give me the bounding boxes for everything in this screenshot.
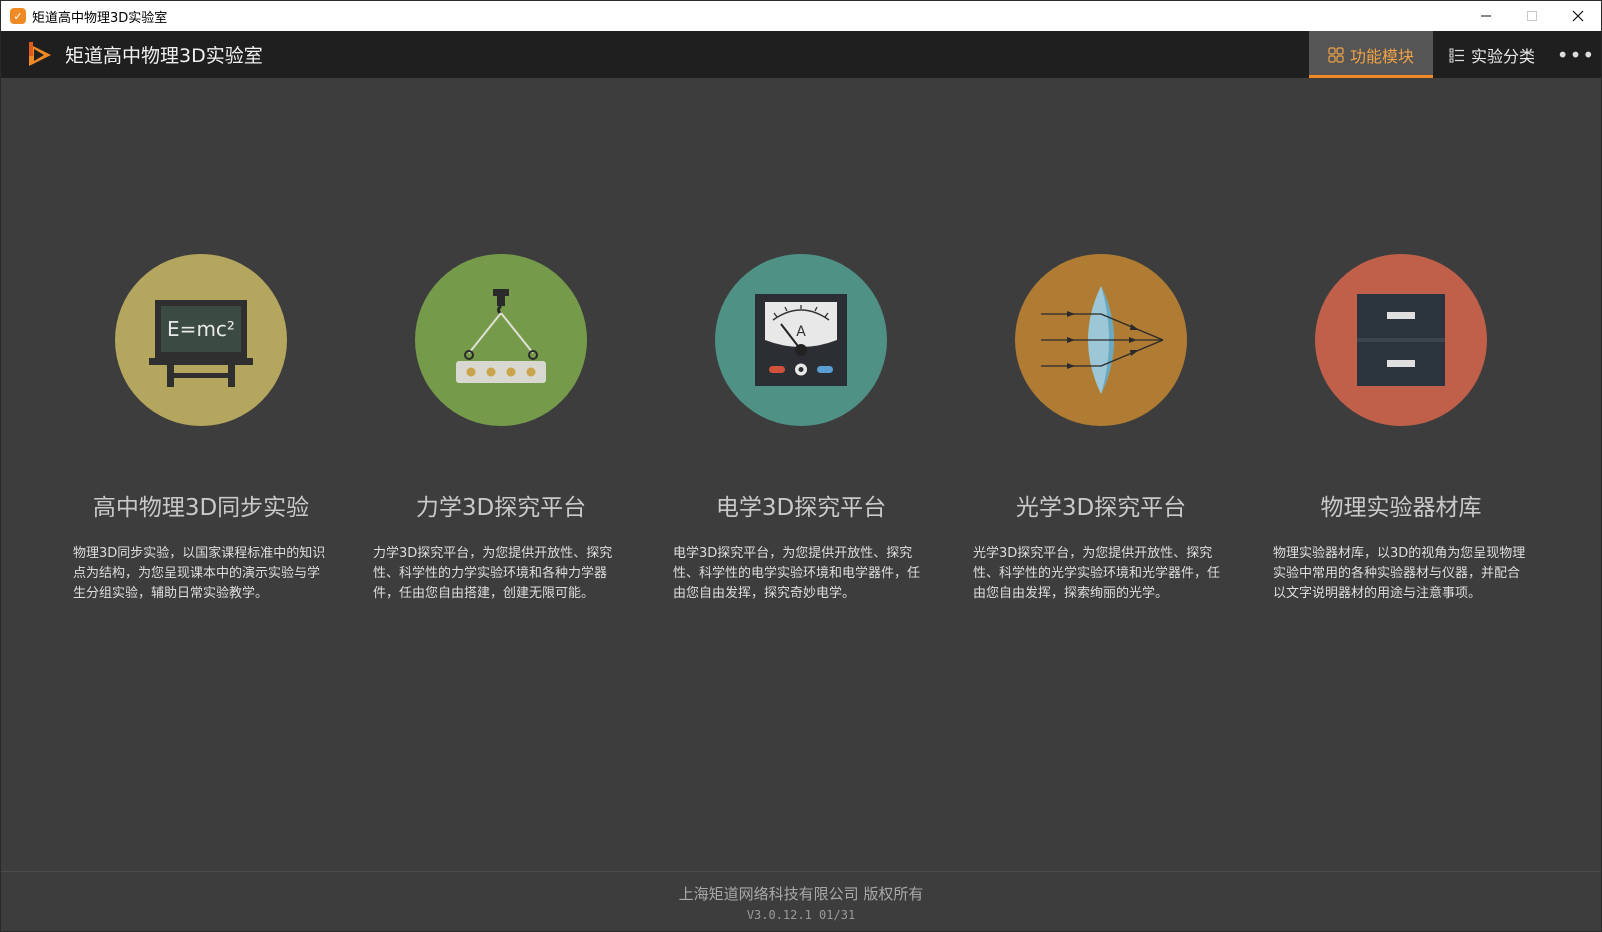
grid-icon <box>1328 46 1344 63</box>
module-title: 高中物理3D同步实验 <box>92 495 310 521</box>
maximize-icon <box>1527 11 1537 21</box>
more-button[interactable]: ••• <box>1551 31 1601 78</box>
version-text: V3.0.12.1 01/31 <box>746 908 856 922</box>
tab-function-modules[interactable]: 功能模块 <box>1308 31 1433 78</box>
module-card-equipment-library[interactable]: 物理实验器材库 物理实验器材库，以3D的视角为您呈现物理实验中常用的各种实验器材… <box>1251 254 1551 604</box>
tab-label: 功能模块 <box>1349 46 1414 66</box>
app-title: 矩道高中物理3D实验室 <box>65 45 263 67</box>
app-window: ✓ 矩道高中物理3D实验室 矩道高中物理3D实验室 功能模块 实验分类 ••• … <box>0 0 1602 932</box>
maximize-button[interactable] <box>1509 1 1555 31</box>
close-button[interactable] <box>1555 1 1601 31</box>
minimize-button[interactable] <box>1463 1 1509 31</box>
module-description: 力学3D探究平台，为您提供开放性、探究性、科学性的力学实验环境和各种力学器件，任… <box>373 546 613 601</box>
tab-label: 实验分类 <box>1470 46 1535 66</box>
lens-icon <box>1041 286 1164 394</box>
cabinet-icon <box>1357 294 1445 386</box>
module-list: E=mc² 高中物理3D同步实验 物理3D同步实验，以国家课程标准中的知识点为结… <box>1 254 1602 604</box>
module-description: 光学3D探究平台，为您提供开放性、探究性、科学性的光学实验环境和光学器件，任由您… <box>973 546 1221 601</box>
module-card-sync-experiments[interactable]: E=mc² 高中物理3D同步实验 物理3D同步实验，以国家课程标准中的知识点为结… <box>51 254 351 604</box>
ammeter-label: A <box>796 324 806 340</box>
more-icon: ••• <box>1556 42 1596 67</box>
module-icon-circle[interactable] <box>415 254 587 426</box>
minimize-icon <box>1481 15 1491 17</box>
app-small-icon: ✓ <box>10 8 26 24</box>
main-nav: 功能模块 实验分类 ••• <box>1308 31 1601 78</box>
module-icon-circle[interactable] <box>1015 254 1187 426</box>
ammeter-icon: A <box>755 294 847 386</box>
module-description: 物理3D同步实验，以国家课程标准中的知识点为结构，为您呈现课本中的演示实验与学生… <box>73 546 326 601</box>
module-title: 物理实验器材库 <box>1320 495 1482 521</box>
footer: 上海矩道网络科技有限公司 版权所有 V3.0.12.1 01/31 <box>1 871 1601 932</box>
close-icon <box>1572 10 1584 22</box>
module-title: 力学3D探究平台 <box>415 495 587 521</box>
module-icon-circle[interactable]: E=mc² <box>115 254 287 426</box>
module-description: 电学3D探究平台，为您提供开放性、探究性、科学性的电学实验环境和电学器件，任由您… <box>673 546 921 601</box>
module-description: 物理实验器材库，以3D的视角为您呈现物理实验中常用的各种实验器材与仪器，并配合以… <box>1273 546 1526 601</box>
blackboard-icon: E=mc² <box>149 300 253 387</box>
os-titlebar[interactable]: ✓ 矩道高中物理3D实验室 <box>1 1 1601 31</box>
list-icon <box>1449 47 1465 63</box>
module-title: 电学3D探究平台 <box>715 495 887 521</box>
module-card-mechanics[interactable]: 力学3D探究平台 力学3D探究平台，为您提供开放性、探究性、科学性的力学实验环境… <box>351 254 651 604</box>
module-icon-circle[interactable] <box>1315 254 1487 426</box>
module-icon-circle[interactable]: A <box>715 254 887 426</box>
module-title: 光学3D探究平台 <box>1015 495 1187 521</box>
window-controls <box>1463 1 1601 31</box>
window-title: 矩道高中物理3D实验室 <box>32 10 168 26</box>
app-header: 矩道高中物理3D实验室 功能模块 实验分类 ••• <box>1 31 1601 78</box>
formula-text: E=mc² <box>167 317 235 341</box>
module-card-optics[interactable]: 光学3D探究平台 光学3D探究平台，为您提供开放性、探究性、科学性的光学实验环境… <box>951 254 1251 604</box>
module-card-electricity[interactable]: A 电学3D探究平台 电学3D探究平台，为您提供开放性、探究性、科学性的电学实验… <box>651 254 951 604</box>
app-logo-icon <box>29 41 51 66</box>
hanging-weight-icon <box>456 289 546 383</box>
tab-experiment-categories[interactable]: 实验分类 <box>1433 31 1551 78</box>
copyright-text: 上海矩道网络科技有限公司 版权所有 <box>678 885 924 903</box>
